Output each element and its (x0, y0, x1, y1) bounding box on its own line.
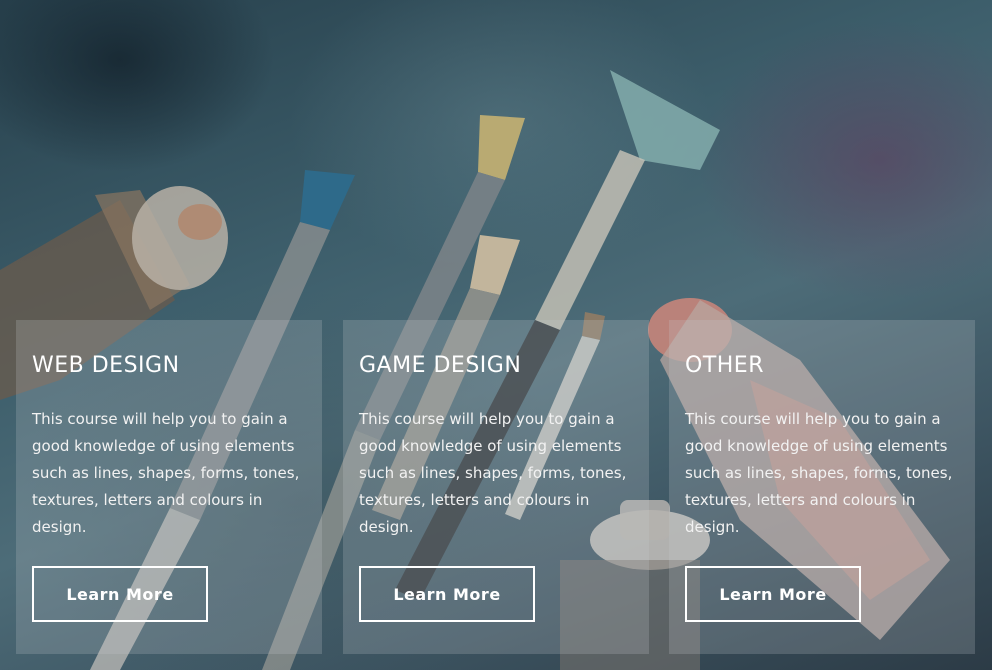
card-title: WEB DESIGN (32, 353, 180, 378)
course-card-game-design: GAME DESIGN This course will help you to… (343, 320, 649, 654)
hero-section: WEB DESIGN This course will help you to … (0, 0, 992, 670)
card-description: This course will help you to gain a good… (32, 410, 300, 536)
card-description: This course will help you to gain a good… (359, 410, 627, 536)
card-description: This course will help you to gain a good… (685, 410, 953, 536)
course-card-other: OTHER This course will help you to gain … (669, 320, 975, 654)
learn-more-button[interactable]: Learn More (359, 566, 535, 622)
course-cards: WEB DESIGN This course will help you to … (16, 320, 976, 654)
card-title: GAME DESIGN (359, 353, 522, 378)
card-title: OTHER (685, 353, 764, 378)
learn-more-button[interactable]: Learn More (32, 566, 208, 622)
course-card-web-design: WEB DESIGN This course will help you to … (16, 320, 322, 654)
learn-more-button[interactable]: Learn More (685, 566, 861, 622)
